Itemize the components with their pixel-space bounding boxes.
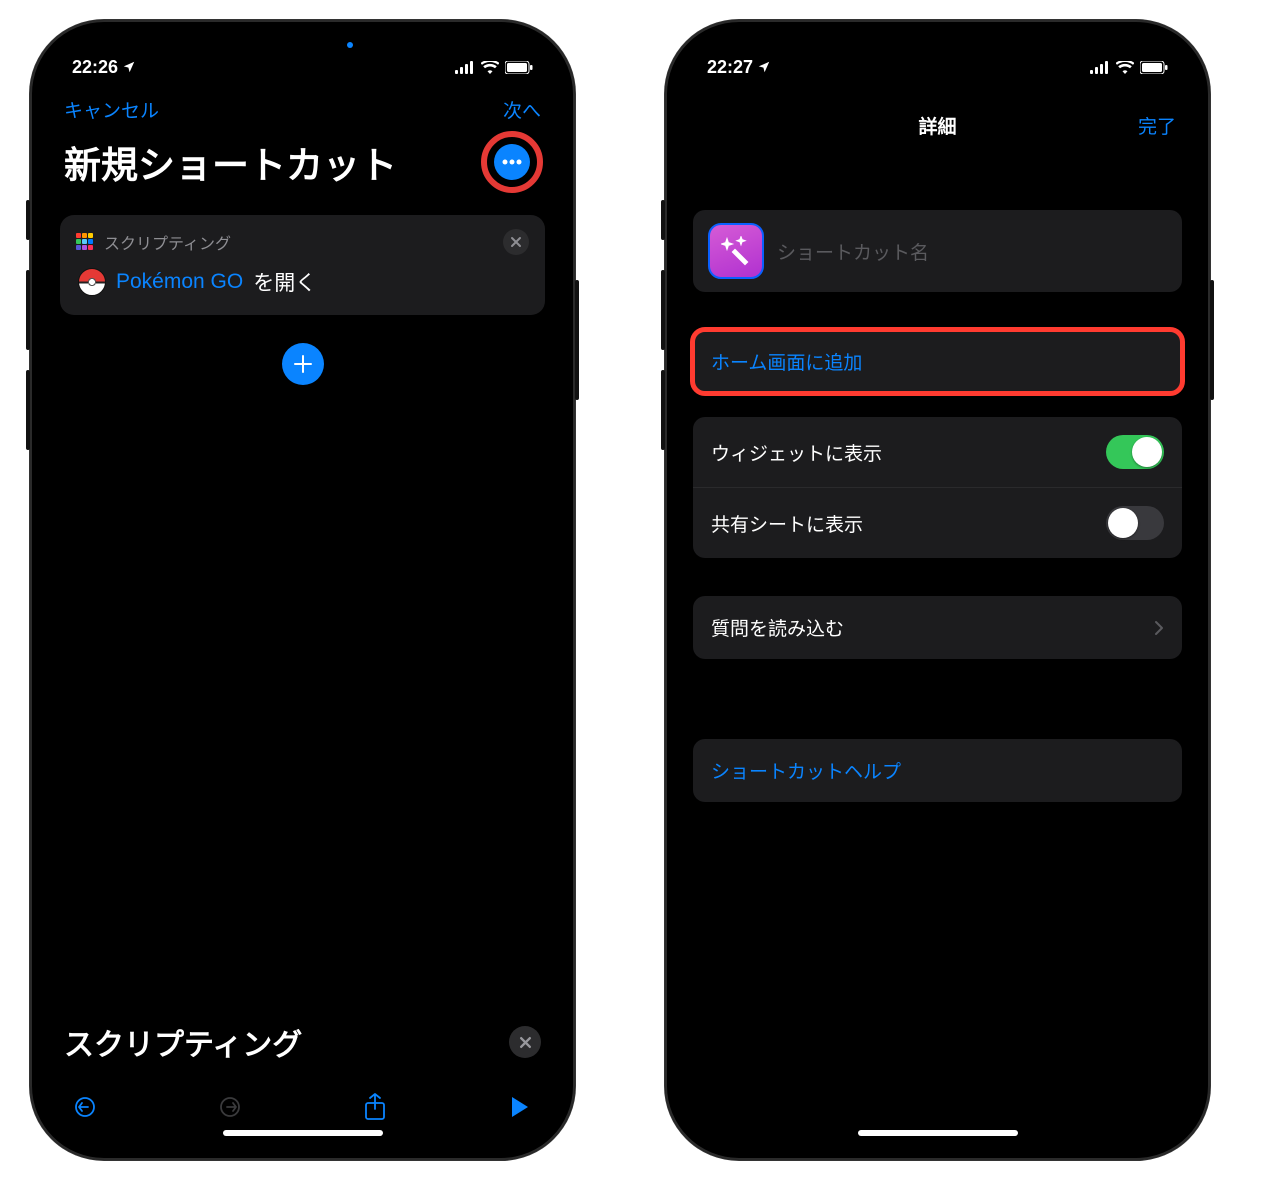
phone-left: 22:26 キャンセル 次へ 新規ショートカット bbox=[30, 20, 575, 1160]
bottom-sheet-header[interactable]: スクリプティング bbox=[44, 1010, 561, 1074]
signal-icon bbox=[1090, 61, 1110, 74]
run-button[interactable] bbox=[505, 1096, 535, 1118]
nav-bar: キャンセル 次へ bbox=[44, 86, 561, 125]
battery-icon bbox=[1140, 61, 1168, 74]
share-sheet-toggle[interactable] bbox=[1106, 506, 1164, 540]
help-label: ショートカットヘルプ bbox=[711, 757, 901, 784]
undo-button[interactable] bbox=[70, 1095, 100, 1119]
add-to-home-label: ホーム画面に追加 bbox=[711, 348, 862, 375]
home-indicator[interactable] bbox=[223, 1130, 383, 1136]
import-questions-label: 質問を読み込む bbox=[711, 614, 844, 641]
widget-label: ウィジェットに表示 bbox=[711, 439, 882, 466]
close-icon bbox=[519, 1036, 532, 1049]
cancel-button[interactable]: キャンセル bbox=[64, 96, 159, 123]
phone-right: 22:27 詳細 完了 ショートカット名 bbox=[665, 20, 1210, 1160]
play-icon bbox=[510, 1096, 530, 1118]
show-in-widget-row: ウィジェットに表示 bbox=[693, 417, 1182, 487]
app-name-link[interactable]: Pokémon GO bbox=[116, 270, 243, 294]
redo-button bbox=[215, 1095, 245, 1119]
wifi-icon bbox=[481, 61, 499, 74]
plus-icon bbox=[294, 355, 312, 373]
done-button[interactable]: 完了 bbox=[1138, 112, 1176, 139]
status-time: 22:26 bbox=[72, 57, 118, 78]
battery-icon bbox=[505, 61, 533, 74]
nav-bar: 詳細 完了 bbox=[679, 100, 1196, 150]
add-action-button[interactable] bbox=[282, 343, 324, 385]
share-sheet-label: 共有シートに表示 bbox=[711, 510, 863, 537]
display-options-section: ウィジェットに表示 共有シートに表示 bbox=[693, 417, 1182, 558]
redo-icon bbox=[218, 1095, 242, 1119]
import-questions-section: 質問を読み込む bbox=[693, 596, 1182, 659]
notch bbox=[818, 34, 1058, 70]
shortcut-name-section: ショートカット名 bbox=[693, 210, 1182, 292]
chevron-right-icon bbox=[1154, 620, 1164, 636]
share-icon bbox=[364, 1093, 386, 1121]
next-button[interactable]: 次へ bbox=[503, 96, 541, 123]
close-sheet-button[interactable] bbox=[509, 1026, 541, 1058]
close-icon bbox=[510, 236, 522, 248]
notch bbox=[183, 34, 423, 70]
nav-title: 詳細 bbox=[918, 112, 956, 139]
add-home-section: ホーム画面に追加 bbox=[693, 330, 1182, 393]
import-questions-button[interactable]: 質問を読み込む bbox=[693, 596, 1182, 659]
ellipsis-icon bbox=[502, 159, 522, 165]
widget-toggle[interactable] bbox=[1106, 435, 1164, 469]
action-suffix: を開く bbox=[253, 267, 316, 297]
shortcut-name-input[interactable]: ショートカット名 bbox=[777, 238, 929, 265]
shortcut-icon-button[interactable] bbox=[709, 224, 763, 278]
action-category-label: スクリプティング bbox=[104, 230, 493, 254]
status-icons bbox=[1090, 61, 1168, 74]
more-button[interactable] bbox=[494, 144, 530, 180]
signal-icon bbox=[455, 61, 475, 74]
search-category-title: スクリプティング bbox=[64, 1020, 302, 1064]
status-icons bbox=[455, 61, 533, 74]
shortcut-help-button[interactable]: ショートカットヘルプ bbox=[693, 739, 1182, 802]
remove-action-button[interactable] bbox=[503, 229, 529, 255]
help-section: ショートカットヘルプ bbox=[693, 739, 1182, 802]
share-button[interactable] bbox=[360, 1093, 390, 1121]
home-indicator[interactable] bbox=[858, 1130, 1018, 1136]
location-icon bbox=[757, 60, 771, 74]
show-in-share-sheet-row: 共有シートに表示 bbox=[693, 487, 1182, 558]
action-card[interactable]: スクリプティング Pokémon GO を開く bbox=[60, 215, 545, 315]
wifi-icon bbox=[1116, 61, 1134, 74]
pokemon-go-icon bbox=[78, 268, 106, 296]
status-time: 22:27 bbox=[707, 57, 753, 78]
wand-icon bbox=[721, 236, 751, 266]
undo-icon bbox=[73, 1095, 97, 1119]
scripting-icon bbox=[76, 233, 94, 251]
add-to-home-button[interactable]: ホーム画面に追加 bbox=[693, 330, 1182, 393]
screen-right: 22:27 詳細 完了 ショートカット名 bbox=[679, 34, 1196, 1146]
location-icon bbox=[122, 60, 136, 74]
page-title: 新規ショートカット bbox=[64, 135, 397, 189]
highlight-circle bbox=[481, 131, 543, 193]
screen-left: 22:26 キャンセル 次へ 新規ショートカット bbox=[44, 34, 561, 1146]
